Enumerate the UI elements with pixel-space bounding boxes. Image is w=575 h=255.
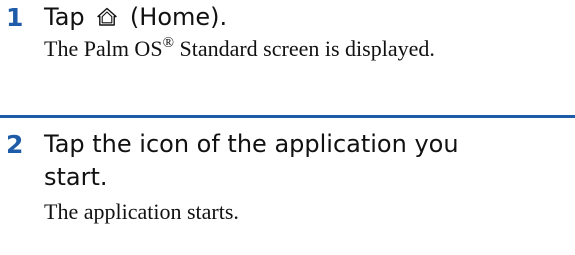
instruction-line-2: start. [44, 163, 108, 191]
result-text-start: The Palm OS [44, 36, 163, 61]
instruction-line-1: Tap the icon of the application you [44, 130, 459, 158]
step-number: 2 [6, 130, 24, 159]
instruction-suffix: (Home). [129, 3, 228, 31]
registered-mark: ® [162, 35, 174, 51]
step-instruction: Tap (Home). [44, 1, 227, 34]
home-icon [97, 7, 117, 26]
step-result: The application starts. [44, 199, 239, 224]
step-instruction: Tap the icon of the application you star… [44, 128, 459, 194]
result-text-end: Standard screen is displayed. [173, 36, 435, 61]
step-divider [0, 115, 575, 118]
step-result: The Palm OS® Standard screen is displaye… [44, 36, 435, 62]
step-number: 1 [6, 3, 24, 32]
instruction-prefix: Tap [44, 3, 85, 31]
